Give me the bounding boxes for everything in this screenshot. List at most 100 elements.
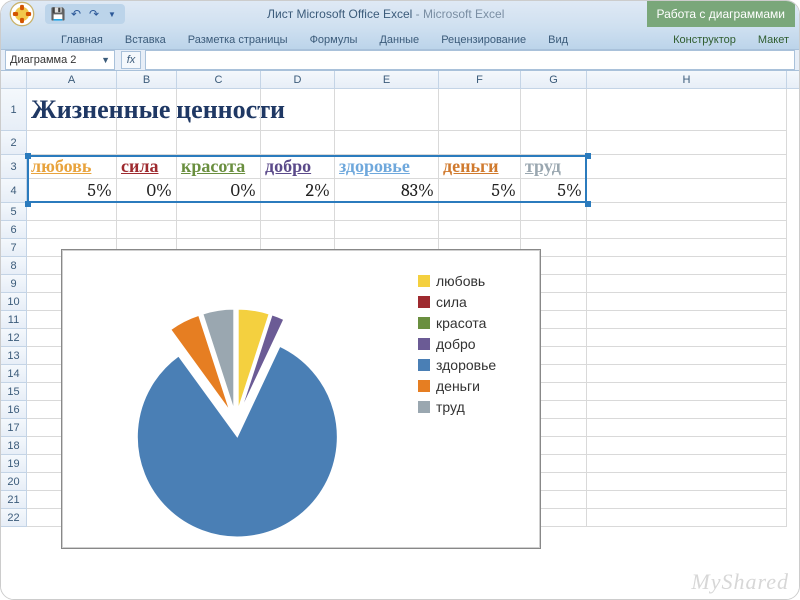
row-header[interactable]: 18 — [1, 437, 27, 455]
cell[interactable] — [439, 221, 521, 239]
tab-home[interactable]: Главная — [51, 31, 113, 49]
cell[interactable] — [117, 131, 177, 155]
cell[interactable] — [587, 437, 787, 455]
legend-item[interactable]: здоровье — [418, 357, 532, 373]
cell[interactable] — [587, 401, 787, 419]
category-header[interactable]: здоровье — [335, 155, 439, 179]
selection-handle[interactable] — [585, 201, 591, 207]
cell[interactable] — [587, 473, 787, 491]
cell[interactable] — [261, 89, 335, 131]
row-header[interactable]: 19 — [1, 455, 27, 473]
cell[interactable] — [335, 221, 439, 239]
cell[interactable] — [439, 131, 521, 155]
cell[interactable] — [521, 89, 587, 131]
col-header[interactable]: E — [335, 71, 439, 88]
fx-button[interactable]: fx — [121, 51, 141, 69]
cell[interactable] — [439, 203, 521, 221]
category-header[interactable]: деньги — [439, 155, 521, 179]
category-header[interactable]: красота — [177, 155, 261, 179]
selection-handle[interactable] — [25, 201, 31, 207]
legend-item[interactable]: труд — [418, 399, 532, 415]
redo-icon[interactable]: ↷ — [87, 7, 101, 21]
row-header[interactable]: 22 — [1, 509, 27, 527]
cell[interactable] — [587, 509, 787, 527]
value-cell[interactable]: 5% — [27, 179, 117, 203]
cell[interactable] — [261, 131, 335, 155]
row-header[interactable]: 7 — [1, 239, 27, 257]
cell[interactable] — [587, 221, 787, 239]
value-cell[interactable]: 0% — [117, 179, 177, 203]
cell[interactable] — [587, 347, 787, 365]
tab-design[interactable]: Конструктор — [663, 31, 746, 49]
cell[interactable] — [27, 203, 117, 221]
cell[interactable] — [177, 131, 261, 155]
cell[interactable] — [439, 89, 521, 131]
value-cell[interactable]: 83% — [335, 179, 439, 203]
cell[interactable] — [587, 239, 787, 257]
cell[interactable] — [177, 221, 261, 239]
value-cell[interactable]: 2% — [261, 179, 335, 203]
tab-formulas[interactable]: Формулы — [300, 31, 368, 49]
selection-handle[interactable] — [585, 153, 591, 159]
legend-item[interactable]: сила — [418, 294, 532, 310]
cell[interactable] — [335, 131, 439, 155]
formula-bar[interactable] — [145, 50, 795, 70]
tab-review[interactable]: Рецензирование — [431, 31, 536, 49]
row-header[interactable]: 14 — [1, 365, 27, 383]
cell[interactable] — [587, 155, 787, 179]
row-header[interactable]: 13 — [1, 347, 27, 365]
cell[interactable] — [27, 221, 117, 239]
cell[interactable] — [521, 221, 587, 239]
cell[interactable] — [587, 455, 787, 473]
save-icon[interactable]: 💾 — [51, 7, 65, 21]
row-header[interactable]: 2 — [1, 131, 27, 155]
row-header[interactable]: 10 — [1, 293, 27, 311]
legend-item[interactable]: добро — [418, 336, 532, 352]
row-header[interactable]: 6 — [1, 221, 27, 239]
row-header[interactable]: 21 — [1, 491, 27, 509]
category-header[interactable]: добро — [261, 155, 335, 179]
cell[interactable] — [117, 89, 177, 131]
cell[interactable] — [117, 221, 177, 239]
chevron-down-icon[interactable]: ▼ — [101, 55, 110, 65]
legend-item[interactable]: любовь — [418, 273, 532, 289]
row-header[interactable]: 12 — [1, 329, 27, 347]
tab-view[interactable]: Вид — [538, 31, 578, 49]
cell[interactable] — [587, 89, 787, 131]
tab-data[interactable]: Данные — [369, 31, 429, 49]
cell[interactable] — [587, 329, 787, 347]
cell[interactable] — [587, 491, 787, 509]
cell[interactable] — [261, 203, 335, 221]
chart-legend[interactable]: любовьсилакрасотадоброздоровьеденьгитруд — [410, 250, 540, 548]
cell[interactable] — [587, 179, 787, 203]
legend-item[interactable]: деньги — [418, 378, 532, 394]
value-cell[interactable]: 5% — [439, 179, 521, 203]
category-header[interactable]: любовь — [27, 155, 117, 179]
row-header[interactable]: 20 — [1, 473, 27, 491]
pie-slice[interactable] — [137, 346, 337, 536]
tab-layout[interactable]: Макет — [748, 31, 799, 49]
row-header[interactable]: 8 — [1, 257, 27, 275]
undo-icon[interactable]: ↶ — [69, 7, 83, 21]
cell[interactable] — [27, 131, 117, 155]
cell[interactable] — [587, 311, 787, 329]
row-header[interactable]: 16 — [1, 401, 27, 419]
col-header[interactable]: D — [261, 71, 335, 88]
category-header[interactable]: труд — [521, 155, 587, 179]
cell[interactable] — [335, 203, 439, 221]
cell[interactable] — [261, 221, 335, 239]
chart-plot-area[interactable] — [62, 250, 410, 548]
value-cell[interactable]: 0% — [177, 179, 261, 203]
col-header[interactable]: F — [439, 71, 521, 88]
row-header[interactable]: 15 — [1, 383, 27, 401]
row-header[interactable]: 1 — [1, 89, 27, 131]
cell[interactable] — [177, 203, 261, 221]
col-header[interactable]: G — [521, 71, 587, 88]
cell[interactable] — [587, 293, 787, 311]
value-cell[interactable]: 5% — [521, 179, 587, 203]
cell[interactable] — [177, 89, 261, 131]
category-header[interactable]: сила — [117, 155, 177, 179]
row-header[interactable]: 9 — [1, 275, 27, 293]
cell[interactable] — [587, 365, 787, 383]
cell[interactable] — [335, 89, 439, 131]
